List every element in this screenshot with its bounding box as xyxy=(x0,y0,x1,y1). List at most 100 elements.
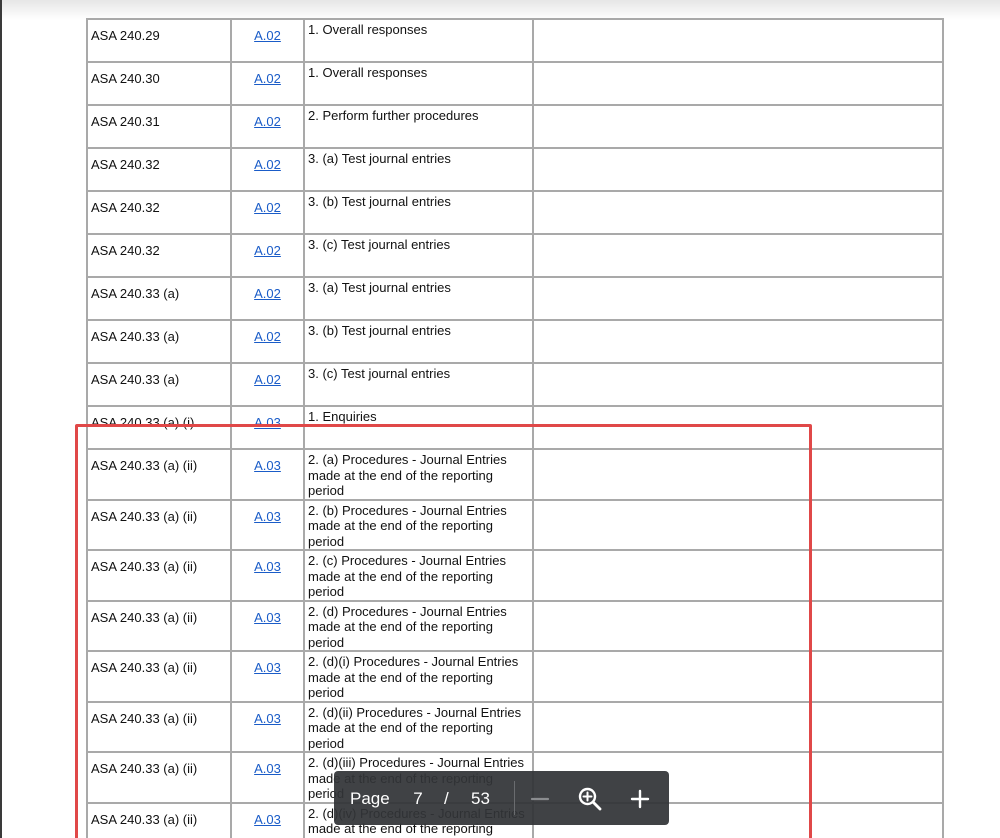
current-page-number[interactable]: 7 xyxy=(408,789,428,809)
notes-cell xyxy=(532,190,944,235)
link-cell: A.02 xyxy=(230,18,305,63)
table-row: ASA 240.32 A.02 3. (a) Test journal entr… xyxy=(86,147,944,192)
workpaper-link[interactable]: A.03 xyxy=(233,754,302,776)
notes-text xyxy=(535,552,941,553)
notes-text xyxy=(535,21,941,22)
notes-cell xyxy=(532,147,944,192)
notes-cell xyxy=(532,104,944,149)
desc-text: 2. (d) Procedures - Journal Entries made… xyxy=(308,603,507,650)
ref-cell: ASA 240.33 (a) (ii) xyxy=(86,599,232,652)
ref-cell: ASA 240.29 xyxy=(86,18,232,63)
notes-cell xyxy=(532,319,944,364)
desc-text: 2. Perform further procedures xyxy=(308,108,479,123)
desc-text: 3. (a) Test journal entries xyxy=(308,151,451,166)
workpaper-link[interactable]: A.03 xyxy=(233,451,302,473)
desc-cell: 3. (c) Test journal entries xyxy=(303,362,534,407)
notes-text xyxy=(535,754,941,755)
ref-cell: ASA 240.33 (a) xyxy=(86,276,232,321)
notes-text xyxy=(535,107,941,108)
desc-cell: 2. (c) Procedures - Journal Entries made… xyxy=(303,549,534,602)
workpaper-link[interactable]: A.03 xyxy=(233,703,302,726)
ref-text: ASA 240.33 (a) (ii) xyxy=(91,559,198,574)
ref-text: ASA 240.33 (a) (i) xyxy=(91,415,195,430)
notes-cell xyxy=(532,549,944,602)
workpaper-link[interactable]: A.02 xyxy=(233,365,302,387)
table-row: ASA 240.33 (a) A.02 3. (a) Test journal … xyxy=(86,276,944,321)
ref-cell: ASA 240.33 (a) (ii) xyxy=(86,650,232,703)
ref-cell: ASA 240.33 (a) xyxy=(86,319,232,364)
ref-cell: ASA 240.33 (a) (ii) xyxy=(86,751,232,804)
pdf-viewer: ASA 240.29 A.02 1. Overall responses ASA… xyxy=(0,0,1000,838)
notes-text xyxy=(535,64,941,65)
workpaper-link[interactable]: A.03 xyxy=(233,804,302,827)
desc-text: 1. Enquiries xyxy=(308,409,377,424)
ref-text: ASA 240.33 (a) (ii) xyxy=(91,761,198,776)
magnifier-plus-icon[interactable] xyxy=(577,786,603,812)
link-cell: A.03 xyxy=(230,700,305,753)
minus-icon[interactable] xyxy=(528,787,552,811)
notes-cell xyxy=(532,650,944,703)
desc-cell: 3. (b) Test journal entries xyxy=(303,190,534,235)
notes-cell xyxy=(532,61,944,106)
link-cell: A.02 xyxy=(230,319,305,364)
ref-cell: ASA 240.30 xyxy=(86,61,232,106)
workpaper-link[interactable]: A.03 xyxy=(233,602,302,625)
notes-cell xyxy=(532,599,944,652)
link-cell: A.03 xyxy=(230,801,305,838)
workpaper-link[interactable]: A.02 xyxy=(233,21,302,43)
workpaper-link[interactable]: A.02 xyxy=(233,236,302,258)
table-row: ASA 240.32 A.02 3. (b) Test journal entr… xyxy=(86,190,944,235)
link-cell: A.03 xyxy=(230,751,305,804)
ref-text: ASA 240.33 (a) xyxy=(91,286,180,301)
link-cell: A.02 xyxy=(230,104,305,149)
ref-text: ASA 240.32 xyxy=(91,200,160,215)
link-cell: A.02 xyxy=(230,61,305,106)
ref-text: ASA 240.33 (a) (ii) xyxy=(91,458,198,473)
top-shadow xyxy=(0,0,1000,20)
workpaper-link[interactable]: A.02 xyxy=(233,193,302,215)
link-cell: A.03 xyxy=(230,599,305,652)
ref-text: ASA 240.33 (a) (ii) xyxy=(91,811,198,827)
ref-text: ASA 240.33 (a) (ii) xyxy=(91,508,198,524)
notes-cell xyxy=(532,498,944,551)
notes-text xyxy=(535,602,941,603)
notes-text xyxy=(535,236,941,237)
desc-text: 3. (a) Test journal entries xyxy=(308,280,451,295)
ref-text: ASA 240.33 (a) xyxy=(91,329,180,344)
workpaper-link[interactable]: A.02 xyxy=(233,322,302,344)
workpaper-link[interactable]: A.03 xyxy=(233,408,302,430)
ref-cell: ASA 240.33 (a) (ii) xyxy=(86,700,232,753)
table-row: ASA 240.32 A.02 3. (c) Test journal entr… xyxy=(86,233,944,278)
plus-icon[interactable] xyxy=(628,787,652,811)
link-cell: A.03 xyxy=(230,650,305,703)
desc-cell: 2. (b) Procedures - Journal Entries made… xyxy=(303,498,534,551)
workpaper-link[interactable]: A.03 xyxy=(233,501,302,524)
notes-cell xyxy=(532,18,944,63)
desc-text: 3. (b) Test journal entries xyxy=(308,194,451,209)
table-row: ASA 240.29 A.02 1. Overall responses xyxy=(86,18,944,63)
workpaper-link[interactable]: A.02 xyxy=(233,150,302,172)
notes-text xyxy=(535,408,941,409)
desc-text: 3. (c) Test journal entries xyxy=(308,237,451,252)
desc-cell: 2. Perform further procedures xyxy=(303,104,534,149)
ref-cell: ASA 240.33 (a) (i) xyxy=(86,405,232,450)
desc-text: 2. (d)(ii) Procedures - Journal Entries … xyxy=(308,704,522,751)
ref-cell: ASA 240.33 (a) (ii) xyxy=(86,801,232,838)
desc-cell: 3. (c) Test journal entries xyxy=(303,233,534,278)
workpaper-link[interactable]: A.02 xyxy=(233,107,302,129)
workpaper-link[interactable]: A.03 xyxy=(233,552,302,574)
link-cell: A.02 xyxy=(230,233,305,278)
desc-cell: 2. (d) Procedures - Journal Entries made… xyxy=(303,599,534,652)
workpaper-link[interactable]: A.03 xyxy=(233,653,302,675)
workpaper-link[interactable]: A.02 xyxy=(233,279,302,301)
desc-cell: 1. Enquiries xyxy=(303,405,534,450)
desc-text: 1. Overall responses xyxy=(308,22,428,37)
notes-text xyxy=(535,501,941,502)
workpaper-link[interactable]: A.02 xyxy=(233,64,302,86)
link-cell: A.03 xyxy=(230,498,305,551)
page-label: Page xyxy=(350,789,390,808)
notes-text xyxy=(535,653,941,654)
table-row: ASA 240.33 (a) (ii) A.03 2. (a) Procedur… xyxy=(86,448,944,501)
table-row: ASA 240.33 (a) (ii) A.03 2. (d)(ii) Proc… xyxy=(86,700,944,753)
desc-text: 2. (a) Procedures - Journal Entries made… xyxy=(308,452,507,498)
